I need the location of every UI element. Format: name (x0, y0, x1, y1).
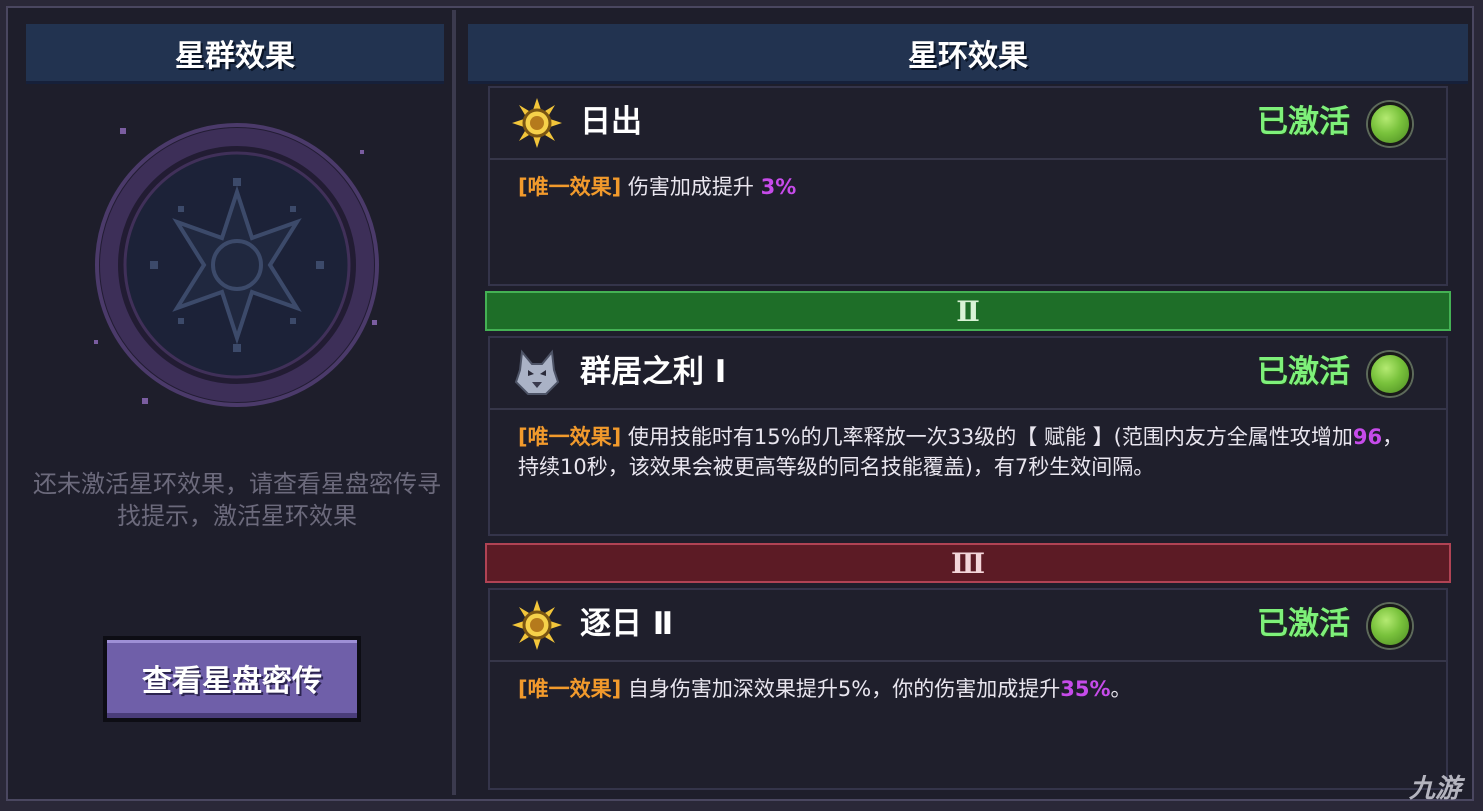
view-star-disc-secrets-label[interactable]: 查看星盘密传 (107, 640, 357, 718)
effect-card-header: 群居之利 Ⅰ 已激活 (490, 338, 1446, 410)
constellation-effect-header: 星群效果 (26, 24, 444, 84)
tier-2-divider: Ⅱ (485, 291, 1451, 331)
effect-card-chasing-sun: 逐日 Ⅱ 已激活 [唯一效果] 自身伤害加深效果提升5%，你的伤害加成提升35%… (488, 588, 1448, 790)
effect-text: 使用技能时有15%的几率释放一次33级的【 赋能 】(范围内友方全属性攻增加 (627, 425, 1353, 449)
effect-description: [唯一效果] 自身伤害加深效果提升5%，你的伤害加成提升35%。 (518, 674, 1408, 704)
activated-status: 已激活 (1257, 104, 1350, 140)
active-orb-icon (1368, 604, 1412, 648)
unique-effect-tag: [唯一效果] (518, 425, 622, 449)
effect-card-header: 逐日 Ⅱ 已激活 (490, 590, 1446, 662)
unique-effect-tag: [唯一效果] (518, 175, 622, 199)
activated-status: 已激活 (1257, 606, 1350, 642)
tier-3-divider: Ⅲ (485, 543, 1451, 583)
effect-card-header: 日出 已激活 (490, 88, 1446, 160)
panel-divider (452, 10, 456, 795)
watermark-logo: 九游 (1408, 774, 1461, 804)
effect-text-cont: 。 (1110, 677, 1132, 701)
effect-text: 自身伤害加深效果提升5%，你的伤害加成提升 (627, 677, 1061, 701)
sun-icon (512, 600, 562, 650)
constellation-effect-title: 星群效果 (175, 38, 295, 74)
star-disc-emblem (94, 123, 379, 407)
activated-status: 已激活 (1257, 354, 1350, 390)
inactive-hint-text: 还未激活星环效果，请查看星盘密传寻找提示，激活星环效果 (33, 470, 441, 530)
unique-effect-tag: [唯一效果] (518, 677, 622, 701)
star-ring-effect-header: 星环效果 (468, 24, 1468, 84)
effect-text: 伤害加成提升 (627, 175, 754, 199)
effect-card-pack-advantage: 群居之利 Ⅰ 已激活 [唯一效果] 使用技能时有15%的几率释放一次33级的【 … (488, 336, 1448, 536)
tier-3-label: Ⅲ (950, 546, 986, 580)
effect-description: [唯一效果] 使用技能时有15%的几率释放一次33级的【 赋能 】(范围内友方全… (518, 422, 1408, 482)
wolf-icon (514, 349, 560, 395)
effect-title: 日出 (580, 104, 642, 140)
effect-value: 35% (1060, 677, 1111, 701)
effect-value: 3% (760, 175, 797, 199)
active-orb-icon (1368, 102, 1412, 146)
view-star-disc-secrets-button[interactable]: 查看星盘密传 (103, 636, 361, 722)
star-ring-effect-title: 星环效果 (908, 38, 1028, 74)
effect-card-sunrise: 日出 已激活 [唯一效果] 伤害加成提升 3% (488, 86, 1448, 286)
effect-value: 96 (1352, 425, 1383, 449)
effect-title: 逐日 Ⅱ (580, 606, 674, 642)
effect-title: 群居之利 Ⅰ (580, 354, 727, 390)
effect-description: [唯一效果] 伤害加成提升 3% (518, 172, 1408, 202)
sun-icon (512, 98, 562, 148)
active-orb-icon (1368, 352, 1412, 396)
tier-2-label: Ⅱ (956, 294, 980, 328)
